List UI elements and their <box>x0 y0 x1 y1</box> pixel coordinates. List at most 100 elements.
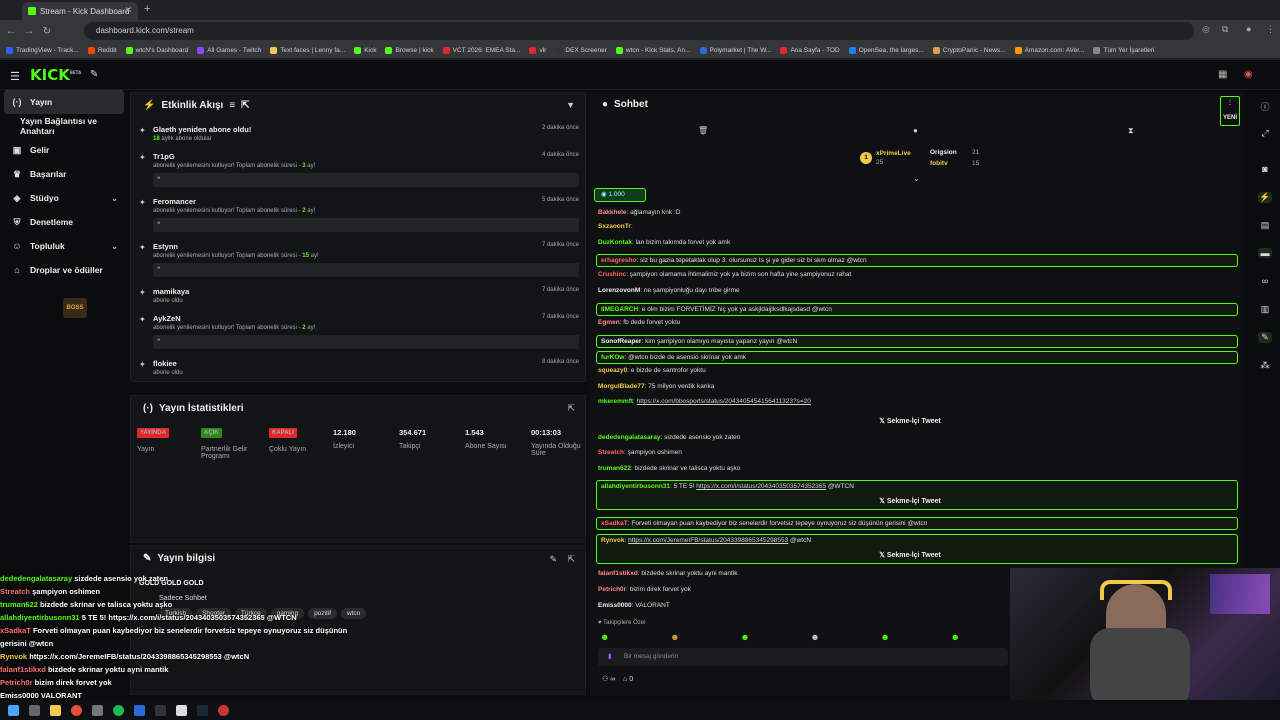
profile-avatar-icon[interactable]: ● <box>1246 24 1251 34</box>
start-icon[interactable] <box>8 704 19 716</box>
popout-icon[interactable]: ⇱ <box>567 403 575 414</box>
inline-tweet[interactable]: 𝕏 Sekme-İçi Tweet <box>790 497 1030 505</box>
chat-username[interactable]: Crushinc <box>598 271 626 278</box>
info-icon[interactable]: ⓘ <box>1258 100 1272 113</box>
emote-icon[interactable]: ☻ <box>670 632 679 642</box>
pinned-gift[interactable]: ◉ 1.000 <box>594 188 646 202</box>
chat-username[interactable]: Streatch <box>598 449 624 456</box>
emote-icon[interactable]: ☻ <box>880 632 889 642</box>
spotify-icon[interactable] <box>113 704 124 716</box>
chat-icon[interactable]: ● <box>913 126 918 135</box>
bookmark-item[interactable]: wtcN's Dashboard <box>125 46 188 54</box>
chat-username[interactable]: falanf1stikxd <box>598 570 638 577</box>
chat-username[interactable]: DuzKontak <box>598 239 632 246</box>
chat-username[interactable]: Emiss0000 <box>598 602 632 609</box>
bookmark-item[interactable]: Kick <box>354 46 376 54</box>
users-icon[interactable]: ⚇ <box>602 676 608 683</box>
popout-icon[interactable]: ⇱ <box>567 554 575 565</box>
emote-icon[interactable]: ☻ <box>950 632 959 642</box>
bookmark-item[interactable]: TradingView - Track... <box>6 46 79 54</box>
forward-icon[interactable]: → <box>22 26 36 37</box>
bookmark-item[interactable]: Reddit <box>87 46 117 54</box>
chat-username[interactable]: mkeremmft <box>598 398 633 405</box>
chat-link[interactable]: https://x.com/i/status/20434035035743523… <box>696 483 826 490</box>
filter-icon[interactable]: ≡ <box>229 100 235 111</box>
chat-username[interactable]: LorenzovonM <box>598 287 640 294</box>
bookmark-item[interactable]: DEX Screener <box>555 46 607 54</box>
sidebar-item-stream-key[interactable]: Yayın Bağlantısı ve Anahtarı <box>0 114 128 138</box>
sidebar-item-basarilar[interactable]: ♛ Başarılar <box>0 162 128 186</box>
browser-tab[interactable]: Stream - Kick Dashboard ✕ <box>22 2 138 20</box>
app-icon[interactable] <box>155 704 166 716</box>
chat-link[interactable]: https://x.com/JeremeIFB/status/204339886… <box>628 537 788 544</box>
menu-icon[interactable]: ⋮ <box>1266 24 1275 35</box>
extensions-icon[interactable]: ⧉ <box>1222 24 1228 35</box>
chat-username[interactable]: Petrich0r <box>598 586 626 593</box>
back-icon[interactable]: ← <box>4 26 18 37</box>
new-menu-button[interactable]: ⋮ YENİ <box>1220 96 1240 126</box>
keyboard-icon[interactable]: ▦ <box>1218 69 1227 80</box>
chat-username[interactable]: erhagresho <box>601 257 636 264</box>
inline-tweet[interactable]: 𝕏 Sekme-İçi Tweet <box>790 551 1030 559</box>
popout-icon[interactable]: ⇱ <box>241 100 249 111</box>
pin-icon[interactable]: ✎ <box>90 69 98 80</box>
document-icon[interactable]: ▤ <box>1258 220 1272 231</box>
chat-username[interactable]: Rynvok <box>601 537 624 544</box>
bookmark-item[interactable]: Ana Sayfa - TOD <box>780 46 840 54</box>
chrome-icon[interactable] <box>71 704 82 716</box>
emote-icon[interactable]: ☻ <box>810 632 819 642</box>
bookmark-item[interactable]: Browse | kick <box>385 46 434 54</box>
sidebar-item-droplar[interactable]: ⌂ Droplar ve ödüller <box>0 258 128 282</box>
sidebar-item-gelir[interactable]: ▣ Gelir <box>0 138 128 162</box>
new-tab-icon[interactable]: + <box>144 3 150 15</box>
obs-icon[interactable] <box>176 704 187 716</box>
chat-username[interactable]: truman622 <box>598 465 631 472</box>
bookmark-item[interactable]: All Games - Twitch <box>197 46 261 54</box>
bookmark-item[interactable]: wtcn - Kick Stats, An... <box>615 46 691 54</box>
hourglass-icon[interactable]: ⧗ <box>1128 126 1134 136</box>
chat-username[interactable]: SxzaoonTr <box>598 223 631 230</box>
app-icon[interactable] <box>92 704 103 716</box>
chat-link[interactable]: https://x.com/bbosports/status/204340545… <box>637 398 811 405</box>
address-bar[interactable]: dashboard.kick.com/stream <box>84 22 1194 40</box>
chat-username[interactable]: allahdiyentirbusonn31 <box>601 483 670 490</box>
chevron-down-icon[interactable]: ⌄ <box>913 174 920 183</box>
app-icon[interactable] <box>134 704 145 716</box>
nodes-icon[interactable]: ⁂ <box>1258 360 1272 371</box>
valorant-icon[interactable] <box>218 704 229 716</box>
emoji-icon[interactable]: ▮ <box>608 648 612 666</box>
extension-icon[interactable]: ◎ <box>1202 24 1210 35</box>
close-tab-icon[interactable]: ✕ <box>124 5 132 16</box>
chat-username[interactable]: IIMEGARCH <box>601 306 638 313</box>
bookmark-item[interactable]: VCT 2026: EMEA Sta... <box>442 46 520 54</box>
inline-tweet[interactable]: 𝕏 Sekme-İçi Tweet <box>790 417 1030 425</box>
bookmark-item[interactable]: vlr <box>529 46 546 54</box>
bookmark-item[interactable]: CryptoPanic - News... <box>932 46 1006 54</box>
bookmark-item[interactable]: Text faces | Lenny fa... <box>270 46 345 54</box>
layout-icon[interactable]: ▥ <box>1258 304 1272 315</box>
bookmark-item[interactable]: Tüm Yer İşaretleri <box>1093 46 1154 54</box>
expand-icon[interactable]: ⤢ <box>1258 128 1272 139</box>
reload-icon[interactable]: ↻ <box>40 26 54 37</box>
chat-bubble-icon[interactable]: ▬ <box>1258 248 1272 258</box>
wrench-icon[interactable]: ✎ <box>1258 332 1272 343</box>
chat-username[interactable]: furKOw <box>601 354 624 361</box>
gift-icon[interactable]: ⌂ <box>623 676 627 683</box>
emote-icon[interactable]: ☻ <box>740 632 749 642</box>
steam-icon[interactable] <box>197 704 208 716</box>
chat-username[interactable]: Bakkhele <box>598 209 627 216</box>
sidebar-item-studyo[interactable]: ◈ Stüdyo ⌄ <box>0 186 128 210</box>
link-icon[interactable]: ∞ <box>610 676 615 683</box>
emote-icon[interactable]: ☻ <box>600 632 609 642</box>
search-icon[interactable] <box>29 704 40 716</box>
edit-icon[interactable]: ✎ <box>549 554 557 565</box>
trash-icon[interactable]: 🗑 <box>698 126 708 135</box>
kick-logo[interactable]: KICKBETA <box>30 66 81 84</box>
chat-username[interactable]: squeazy0 <box>598 367 627 374</box>
camera-icon[interactable]: ◙ <box>1258 164 1272 174</box>
chat-username[interactable]: dededengalatasaray <box>598 434 661 441</box>
folder-icon[interactable] <box>50 704 61 716</box>
sidebar-item-denetleme[interactable]: ⛨ Denetleme <box>0 210 128 234</box>
link-icon[interactable]: ∞ <box>1258 276 1272 286</box>
sidebar-item-yayin[interactable]: (·) Yayın <box>4 90 124 114</box>
